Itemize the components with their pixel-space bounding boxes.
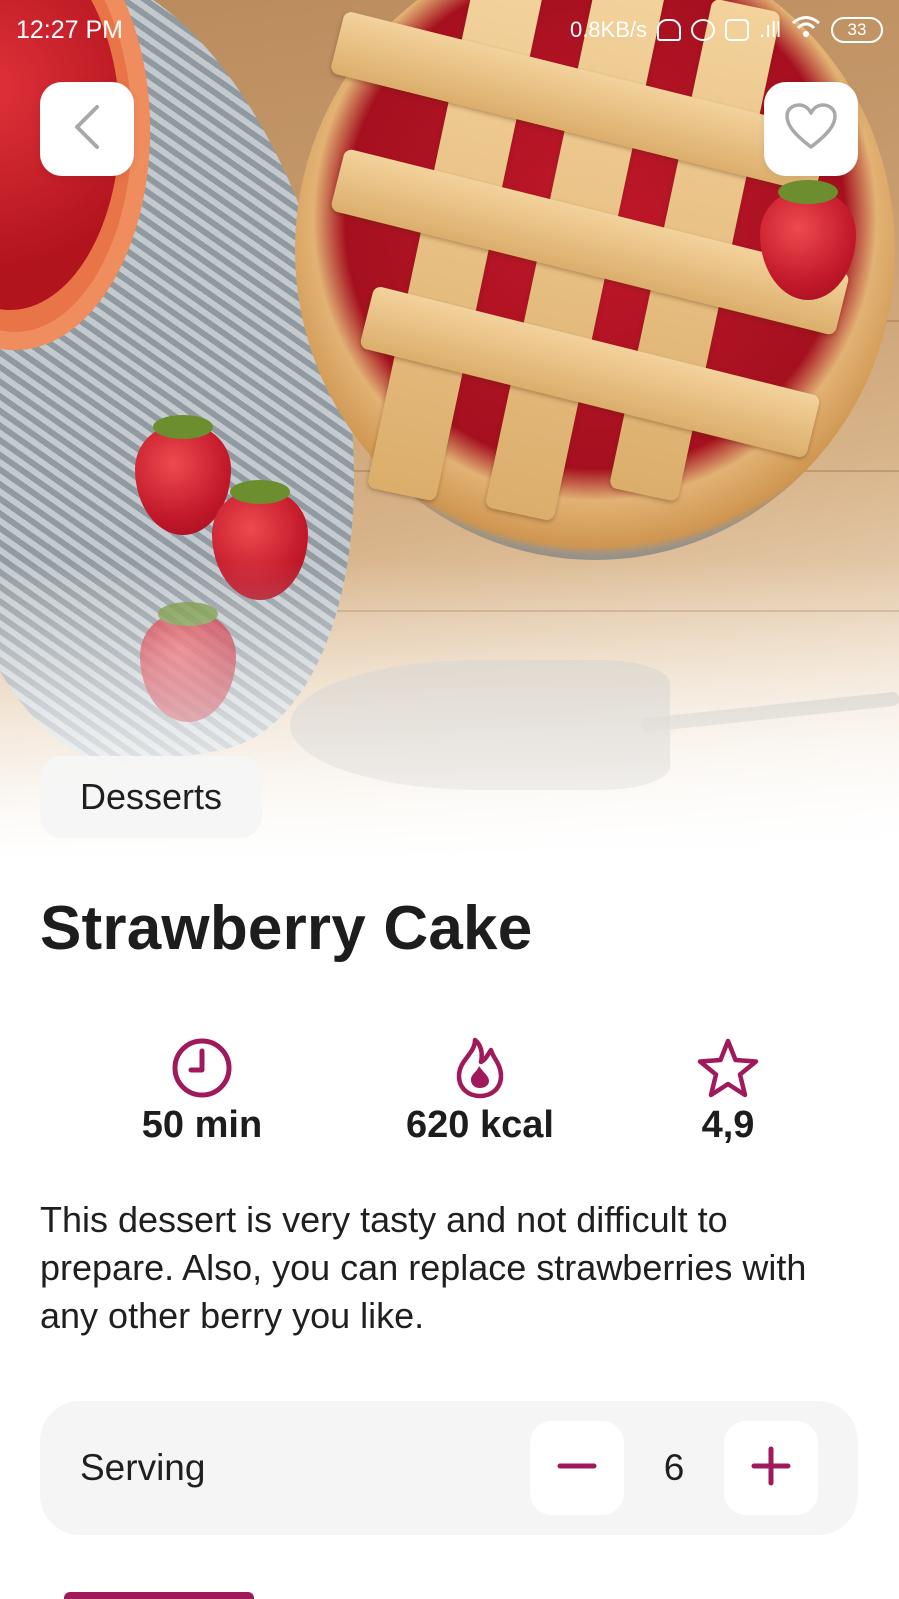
- stat-time: 50 min: [72, 1036, 332, 1147]
- network-speed: 0.8KB/s: [569, 17, 647, 42]
- battery-level: 33: [847, 20, 867, 39]
- heart-outline-icon: [784, 102, 838, 156]
- star-icon: [696, 1036, 760, 1100]
- favorite-button[interactable]: [764, 82, 858, 176]
- recipe-title: Strawberry Cake: [40, 894, 533, 963]
- minus-icon: [557, 1446, 597, 1491]
- category-chip[interactable]: Desserts: [40, 756, 263, 838]
- increase-serving-button[interactable]: [724, 1421, 818, 1515]
- headphone-icon: [657, 19, 681, 41]
- recipe-stats: 50 min 620 kcal 4,9: [0, 1036, 899, 1156]
- status-time: 12:27 PM: [16, 15, 124, 44]
- chevron-left-icon: [67, 103, 107, 156]
- serving-value: 6: [663, 1447, 685, 1488]
- decrease-serving-button[interactable]: [530, 1421, 624, 1515]
- recipe-description: This dessert is very tasty and not diffi…: [40, 1199, 807, 1336]
- wifi-icon: [791, 15, 821, 45]
- flame-icon: [448, 1036, 512, 1100]
- stat-time-value: 50 min: [141, 1104, 263, 1146]
- status-bar: 12:27 PM 0.8KB/s .ıll 33: [0, 0, 899, 60]
- category-label: Desserts: [80, 776, 223, 817]
- tab-indicator[interactable]: [64, 1592, 254, 1599]
- stat-rating-value: 4,9: [701, 1104, 755, 1146]
- stat-calories: 620 kcal: [350, 1036, 610, 1147]
- plus-icon: [751, 1446, 791, 1491]
- stat-rating: 4,9: [598, 1036, 858, 1147]
- stat-calories-value: 620 kcal: [406, 1104, 554, 1146]
- serving-card: Serving 6: [40, 1401, 858, 1535]
- volte-icon: [725, 19, 749, 41]
- clock-icon: [170, 1036, 234, 1100]
- battery-icon: 33: [831, 17, 883, 43]
- serving-label: Serving: [80, 1447, 206, 1488]
- signal-icon: .ıll: [759, 17, 781, 42]
- alarm-icon: [691, 19, 715, 41]
- back-button[interactable]: [40, 82, 134, 176]
